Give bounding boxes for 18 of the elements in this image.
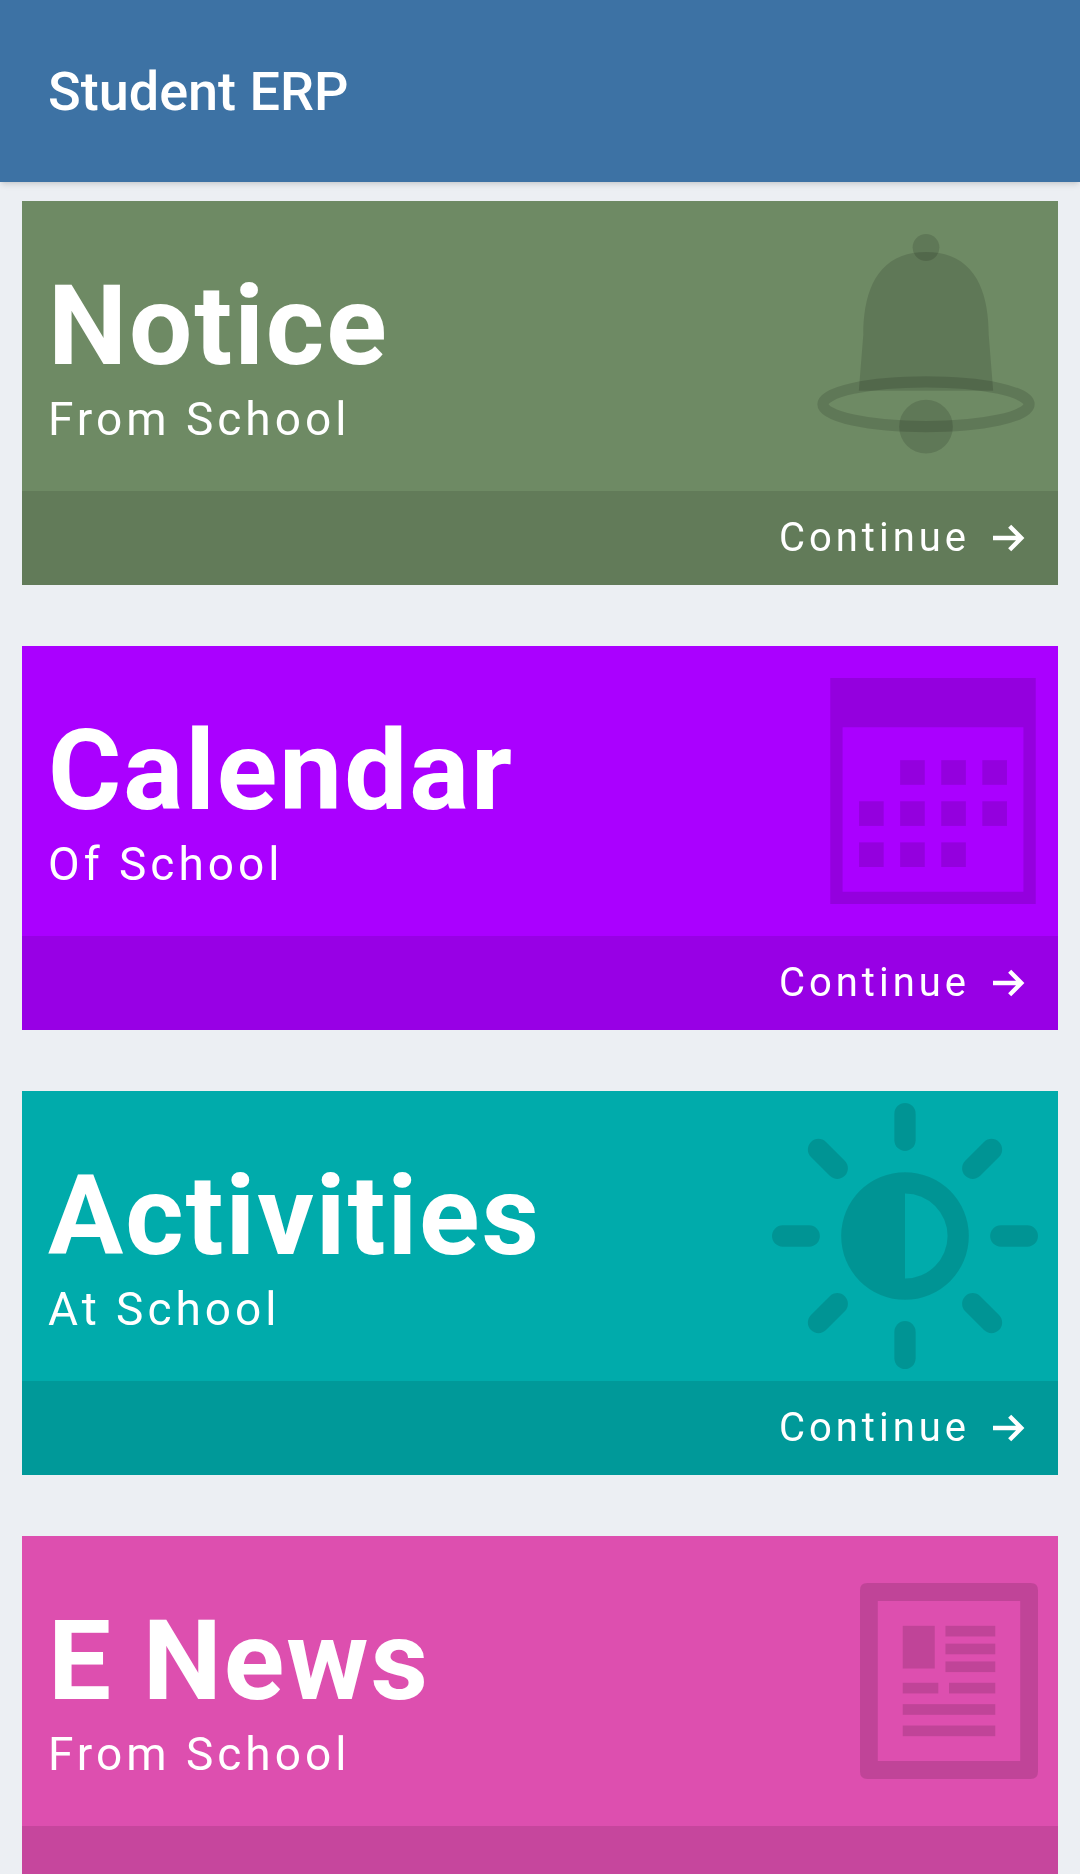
- menu-card[interactable]: Calendar Of School Continue: [22, 646, 1058, 1030]
- card-title: Notice: [48, 270, 389, 382]
- calendar-icon: [828, 678, 1038, 904]
- menu-card[interactable]: E News From School: [22, 1536, 1058, 1874]
- menu-card[interactable]: Notice From School Continue: [22, 201, 1058, 585]
- card-subtitle: At School: [48, 1286, 282, 1332]
- card-title: E News: [48, 1605, 431, 1717]
- card-subtitle: Of School: [48, 841, 285, 887]
- app-title: Student ERP: [48, 58, 349, 125]
- continue-button[interactable]: Continue: [778, 953, 1028, 1013]
- card-subtitle: From School: [48, 1731, 352, 1777]
- card-title: Activities: [48, 1160, 542, 1272]
- card-subtitle: From School: [48, 396, 352, 442]
- newspaper-icon: [860, 1581, 1038, 1781]
- card-title: Calendar: [48, 715, 515, 827]
- continue-button[interactable]: Continue: [778, 1398, 1028, 1458]
- menu-card[interactable]: Activities At School Continue: [22, 1091, 1058, 1475]
- continue-button[interactable]: Continue: [778, 508, 1028, 568]
